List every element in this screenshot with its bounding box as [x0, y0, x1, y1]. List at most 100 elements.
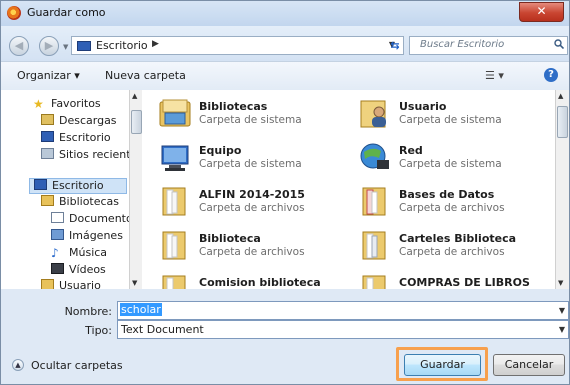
- list-item[interactable]: Comision biblioteca: [142, 268, 342, 289]
- item-name: Red: [399, 144, 423, 157]
- sidebar-item-label: Sitios recientes: [59, 148, 129, 161]
- item-type: Carpeta de archivos: [399, 202, 505, 214]
- sidebar-item-usuario[interactable]: Usuario: [41, 279, 101, 289]
- recent-locations-dropdown[interactable]: ▼: [63, 43, 68, 51]
- window-title: Guardar como: [27, 6, 106, 19]
- user-folder-icon: [360, 100, 386, 128]
- scroll-up-icon[interactable]: ▲: [132, 92, 137, 100]
- navigation-bar: ◀ ▶ ▼ Escritorio ▶ ▼ ⇆ Buscar Escritorio: [1, 26, 569, 61]
- new-folder-button[interactable]: Nueva carpeta: [105, 69, 186, 82]
- filename-value[interactable]: scholar: [120, 303, 162, 316]
- item-name: COMPRAS DE LIBROS: [399, 276, 530, 289]
- title-bar: Guardar como ✕: [1, 1, 569, 26]
- refresh-button[interactable]: ⇆: [387, 38, 403, 53]
- sidebar-item-label: Vídeos: [69, 263, 106, 276]
- command-toolbar: Organizar ▾ Nueva carpeta ☰ ▾ ?: [1, 61, 569, 91]
- list-item[interactable]: COMPRAS DE LIBROS: [342, 268, 542, 289]
- documents-icon: [51, 212, 64, 223]
- sidebar-item-label: Bibliotecas: [59, 195, 120, 208]
- cancel-button[interactable]: Cancelar: [493, 354, 565, 376]
- organize-menu[interactable]: Organizar ▾: [17, 69, 80, 82]
- chevron-up-icon[interactable]: ▲: [12, 359, 24, 371]
- desktop-icon: [41, 131, 54, 142]
- list-item[interactable]: Bibliotecas Carpeta de sistema: [142, 92, 342, 134]
- scroll-down-icon[interactable]: ▼: [558, 279, 563, 287]
- sidebar-item-escritorio-root[interactable]: Escritorio: [29, 178, 127, 194]
- list-item[interactable]: ALFIN 2014-2015 Carpeta de archivos: [142, 180, 342, 222]
- sidebar-item-label: Usuario: [59, 279, 101, 289]
- list-item[interactable]: Biblioteca Carpeta de archivos: [142, 224, 342, 266]
- item-type: Carpeta de sistema: [399, 158, 502, 170]
- sidebar-item-musica[interactable]: ♪ Música: [51, 246, 107, 262]
- sidebar-item-label: Escritorio: [52, 179, 104, 192]
- help-icon[interactable]: ?: [544, 68, 558, 82]
- folder-icon: [162, 231, 186, 260]
- libraries-folder-icon: [159, 99, 191, 127]
- list-item[interactable]: Carteles Biblioteca Carpeta de archivos: [342, 224, 542, 266]
- save-button[interactable]: Guardar: [404, 354, 481, 376]
- sidebar-item-descargas[interactable]: Descargas: [41, 114, 117, 130]
- scroll-thumb[interactable]: [131, 110, 142, 134]
- save-form: Nombre: scholar ▼ Tipo: Text Document ▼: [1, 289, 569, 341]
- filetype-select[interactable]: Text Document ▼: [117, 320, 569, 339]
- navigation-pane-scrollbar[interactable]: ▲ ▼: [129, 90, 142, 289]
- close-button[interactable]: ✕: [519, 2, 564, 22]
- list-item[interactable]: Equipo Carpeta de sistema: [142, 136, 342, 178]
- downloads-icon: [41, 114, 54, 125]
- list-item[interactable]: Usuario Carpeta de sistema: [342, 92, 542, 134]
- item-type: Carpeta de archivos: [399, 246, 505, 258]
- search-icon[interactable]: [554, 39, 564, 49]
- scroll-down-icon[interactable]: ▼: [132, 279, 137, 287]
- sidebar-item-escritorio[interactable]: Escritorio: [41, 131, 111, 147]
- chevron-down-icon[interactable]: ▼: [559, 325, 565, 334]
- view-options-icon[interactable]: ☰ ▾: [485, 69, 504, 82]
- navigation-pane: ★ Favoritos Descargas Escritorio Sitios r…: [1, 90, 129, 289]
- libraries-icon: [41, 195, 54, 206]
- desktop-icon: [34, 179, 47, 190]
- sidebar-item-sitios-recientes[interactable]: Sitios recientes: [41, 148, 129, 164]
- folder-icon: [162, 275, 186, 289]
- filetype-value: Text Document: [121, 323, 204, 336]
- item-name: Equipo: [199, 144, 242, 157]
- filename-field[interactable]: scholar ▼: [117, 301, 569, 320]
- scroll-up-icon[interactable]: ▲: [558, 92, 563, 100]
- scroll-thumb[interactable]: [557, 106, 568, 138]
- item-name: Bibliotecas: [199, 100, 268, 113]
- music-icon: ♪: [51, 246, 59, 260]
- file-list: Bibliotecas Carpeta de sistema Usuario C…: [142, 90, 569, 289]
- network-icon: [360, 143, 389, 169]
- sidebar-item-bibliotecas[interactable]: Bibliotecas: [41, 195, 119, 211]
- file-list-scrollbar[interactable]: ▲ ▼: [555, 90, 569, 289]
- sidebar-item-videos[interactable]: Vídeos: [51, 263, 106, 279]
- folder-icon: [362, 187, 386, 216]
- filename-label: Nombre:: [64, 305, 112, 318]
- forward-button[interactable]: ▶: [39, 36, 59, 56]
- item-type: Carpeta de archivos: [199, 202, 305, 214]
- item-type: Carpeta de sistema: [199, 158, 302, 170]
- sidebar-item-label: Descargas: [59, 114, 117, 127]
- save-as-dialog: Guardar como ✕ ◀ ▶ ▼ Escritorio ▶ ▼ ⇆ Bu…: [0, 0, 570, 385]
- item-name: ALFIN 2014-2015: [199, 188, 305, 201]
- list-item[interactable]: Red Carpeta de sistema: [342, 136, 542, 178]
- sidebar-item-imagenes[interactable]: Imágenes: [51, 229, 123, 245]
- item-type: Carpeta de sistema: [399, 114, 502, 126]
- star-icon: ★: [33, 97, 44, 111]
- item-type: Carpeta de archivos: [199, 246, 305, 258]
- folder-icon: [162, 187, 186, 216]
- address-bar[interactable]: Escritorio ▶ ▼: [71, 36, 404, 55]
- sidebar-item-label: Favoritos: [51, 97, 101, 110]
- firefox-icon: [7, 6, 21, 20]
- hide-folders-button[interactable]: Ocultar carpetas: [31, 359, 123, 372]
- item-name: Comision biblioteca: [199, 276, 321, 289]
- search-input[interactable]: Buscar Escritorio: [409, 36, 568, 55]
- back-button[interactable]: ◀: [9, 36, 29, 56]
- address-separator[interactable]: ▶: [152, 39, 159, 49]
- sidebar-item-label: Documentos: [69, 212, 129, 225]
- item-name: Biblioteca: [199, 232, 261, 245]
- address-segment[interactable]: Escritorio: [96, 39, 148, 52]
- sidebar-item-documentos[interactable]: Documentos: [51, 212, 129, 228]
- item-name: Carteles Biblioteca: [399, 232, 517, 245]
- sidebar-item-favoritos[interactable]: ★ Favoritos: [33, 97, 101, 113]
- list-item[interactable]: Bases de Datos Carpeta de archivos: [342, 180, 542, 222]
- chevron-down-icon[interactable]: ▼: [559, 306, 565, 315]
